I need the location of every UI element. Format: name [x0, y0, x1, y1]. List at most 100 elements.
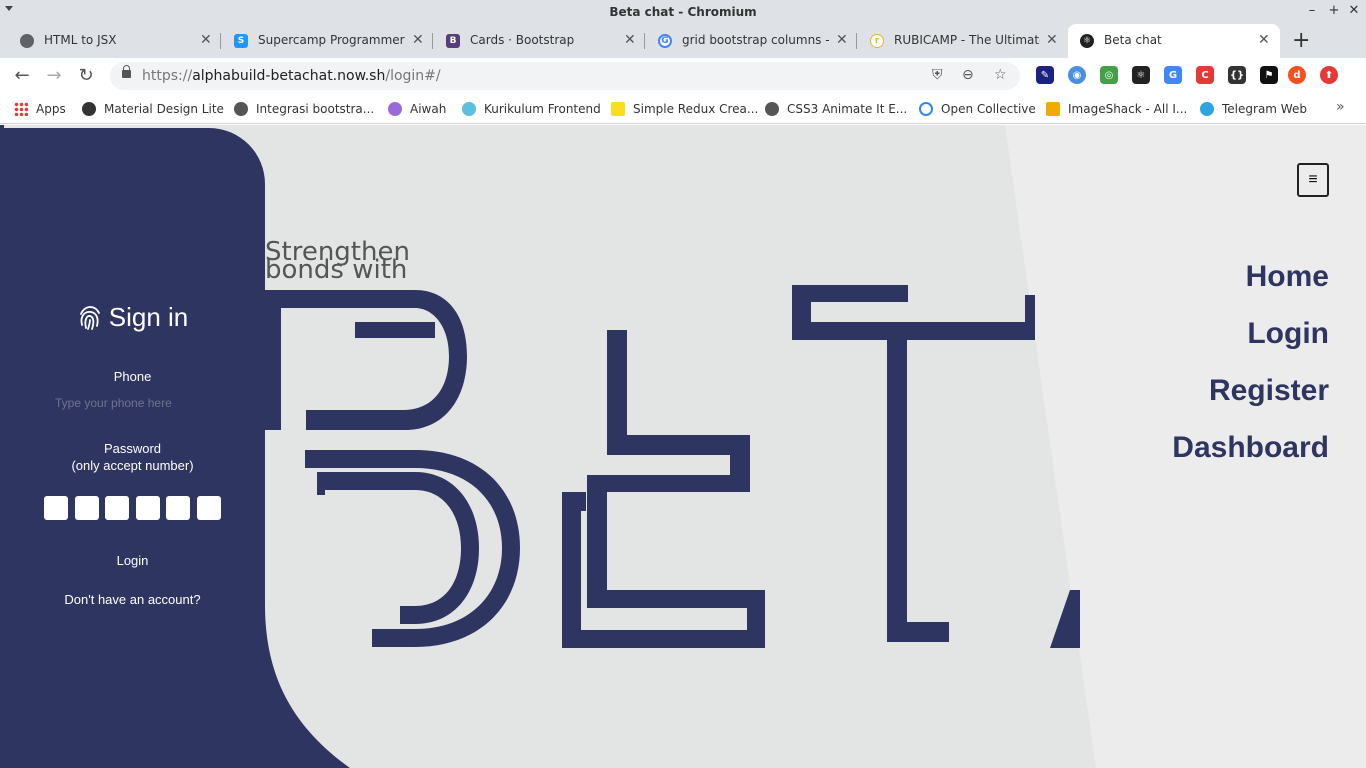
tagline-line-2: bonds with — [265, 255, 408, 285]
translate-icon[interactable]: G — [1164, 66, 1182, 84]
tab-divider — [220, 33, 221, 49]
privacy-icon[interactable]: ◉ — [1068, 66, 1086, 84]
imageshack-icon — [1046, 102, 1060, 116]
bookmark-label: ImageShack - All I... — [1068, 102, 1188, 116]
url-text[interactable]: https://alphabuild-betachat.now.sh/login… — [142, 68, 441, 84]
tab-label: Beta chat — [1104, 33, 1162, 47]
globe-icon — [234, 102, 248, 116]
bookmark-telegram[interactable]: Telegram Web — [1200, 100, 1307, 118]
tab-divider — [432, 33, 433, 49]
pin-input-5[interactable] — [166, 496, 190, 520]
bootstrap-icon: B — [446, 34, 460, 48]
c-icon[interactable]: C — [1196, 66, 1214, 84]
password-label: Password — [103, 441, 162, 456]
signin-heading: Sign in — [0, 302, 265, 333]
close-icon[interactable]: ✕ — [200, 32, 212, 48]
rubicamp-icon: r — [870, 34, 884, 48]
bookmark-label: Telegram Web — [1222, 102, 1307, 116]
bookmark-material-design-lite[interactable]: Material Design Lite — [82, 100, 224, 118]
minimize-icon[interactable]: – — [1304, 3, 1320, 18]
tab-rubicamp[interactable]: r RUBICAMP - The Ultimate ✕ — [858, 24, 1068, 58]
bookmark-aiwah[interactable]: Aiwah — [388, 100, 446, 118]
bookmarks-bar: Apps Material Design Lite Integrasi boot… — [0, 94, 1366, 124]
redux-icon — [611, 102, 625, 116]
password-hint: (only accept number) — [71, 458, 194, 473]
pin-input-6[interactable] — [197, 496, 221, 520]
pin-input-4[interactable] — [136, 496, 160, 520]
close-window-icon[interactable]: ✕ — [1346, 3, 1362, 18]
bookmark-label: Kurikulum Frontend — [484, 102, 601, 116]
tab-label: Cards · Bootstrap — [470, 33, 575, 47]
address-bar[interactable]: https://alphabuild-betachat.now.sh/login… — [110, 62, 1020, 90]
window-titlebar: Beta chat - Chromium – + ✕ — [0, 0, 1366, 24]
bookmark-label: Integrasi bootstra... — [256, 102, 375, 116]
tab-grid-bootstrap[interactable]: G grid bootstrap columns - P ✕ — [646, 24, 856, 58]
colorwheel-icon[interactable]: ◎ — [1100, 66, 1118, 84]
shield-blocked-icon[interactable]: ⛨ — [932, 67, 943, 83]
reload-icon[interactable]: ↻ — [74, 64, 98, 88]
close-icon[interactable]: ✕ — [1258, 32, 1270, 48]
bookmark-integrasi[interactable]: Integrasi bootstra... — [234, 100, 374, 118]
nav-home-link[interactable]: Home — [1246, 260, 1329, 294]
menu-toggle-button[interactable]: ≡ — [1297, 163, 1329, 197]
bookmark-label: Material Design Lite — [104, 102, 224, 116]
signin-title: Sign in — [108, 302, 189, 332]
new-tab-icon[interactable]: + — [1292, 28, 1310, 53]
beta-logo — [265, 285, 1080, 648]
nav-login-link[interactable]: Login — [1247, 317, 1329, 351]
tab-cards-bootstrap[interactable]: B Cards · Bootstrap ✕ — [434, 24, 644, 58]
bookmark-simple-redux[interactable]: Simple Redux Crea... — [611, 100, 758, 118]
tab-strip: HTML to JSX ✕ S Supercamp Programmer ✕ B… — [0, 24, 1366, 58]
more-bookmarks-icon[interactable]: » — [1336, 99, 1345, 115]
profile-icon[interactable]: d — [1288, 66, 1306, 84]
upload-icon[interactable]: ⬆ — [1320, 66, 1338, 84]
close-icon[interactable]: ✕ — [1046, 32, 1058, 48]
close-icon[interactable]: ✕ — [412, 32, 424, 48]
globe-icon — [765, 102, 779, 116]
login-button[interactable]: Login — [0, 553, 265, 568]
page-content: Sign in Phone Password (only accept numb… — [0, 125, 1366, 768]
bookmark-star-icon[interactable]: ☆ — [994, 67, 1007, 83]
close-icon[interactable]: ✕ — [624, 32, 636, 48]
back-icon[interactable]: ← — [10, 64, 34, 88]
flag-icon[interactable]: ⚑ — [1260, 66, 1278, 84]
close-icon[interactable]: ✕ — [836, 32, 848, 48]
json-icon[interactable]: {} — [1228, 66, 1246, 84]
tab-divider — [856, 33, 857, 49]
bookmark-label: CSS3 Animate It E... — [787, 102, 908, 116]
tab-beta-chat[interactable]: ⚛ Beta chat ✕ — [1068, 24, 1280, 58]
opencollective-icon — [919, 102, 933, 116]
phone-input[interactable] — [55, 393, 235, 413]
maximize-icon[interactable]: + — [1326, 3, 1342, 18]
nav-dashboard-link[interactable]: Dashboard — [1172, 431, 1329, 465]
pin-input-3[interactable] — [105, 496, 129, 520]
signup-link[interactable]: Don't have an account? — [0, 592, 265, 607]
bookmark-kurikulum[interactable]: Kurikulum Frontend — [462, 100, 601, 118]
pin-input-1[interactable] — [44, 496, 68, 520]
hero-tagline: Strengthen bonds with — [265, 239, 410, 285]
tab-label: RUBICAMP - The Ultimate — [894, 33, 1040, 47]
nav-register-link[interactable]: Register — [1209, 374, 1329, 408]
tab-label: Supercamp Programmer — [258, 33, 405, 47]
globe-icon — [20, 34, 34, 48]
tab-supercamp[interactable]: S Supercamp Programmer ✕ — [222, 24, 432, 58]
bookmark-css3-animate[interactable]: CSS3 Animate It E... — [765, 100, 907, 118]
bookmark-label: Aiwah — [410, 102, 447, 116]
forward-icon[interactable]: → — [42, 64, 66, 88]
tab-html-to-jsx[interactable]: HTML to JSX ✕ — [8, 24, 220, 58]
react-devtools-icon[interactable]: ⚛ — [1132, 66, 1150, 84]
apps-grid-icon — [14, 102, 28, 116]
lock-icon — [122, 65, 131, 78]
zoom-icon[interactable]: ⊖ — [962, 67, 974, 83]
eyedropper-icon[interactable]: ✎ — [1036, 66, 1054, 84]
aiwah-icon — [388, 102, 402, 116]
google-icon: G — [658, 34, 672, 48]
bookmark-open-collective[interactable]: Open Collective — [919, 100, 1036, 118]
fingerprint-icon — [79, 305, 100, 330]
gear-icon — [462, 102, 476, 116]
mdl-icon — [82, 102, 96, 116]
bookmark-imageshack[interactable]: ImageShack - All I... — [1046, 100, 1187, 118]
telegram-icon — [1200, 102, 1214, 116]
pin-input-2[interactable] — [75, 496, 99, 520]
bookmark-apps[interactable]: Apps — [14, 100, 66, 118]
